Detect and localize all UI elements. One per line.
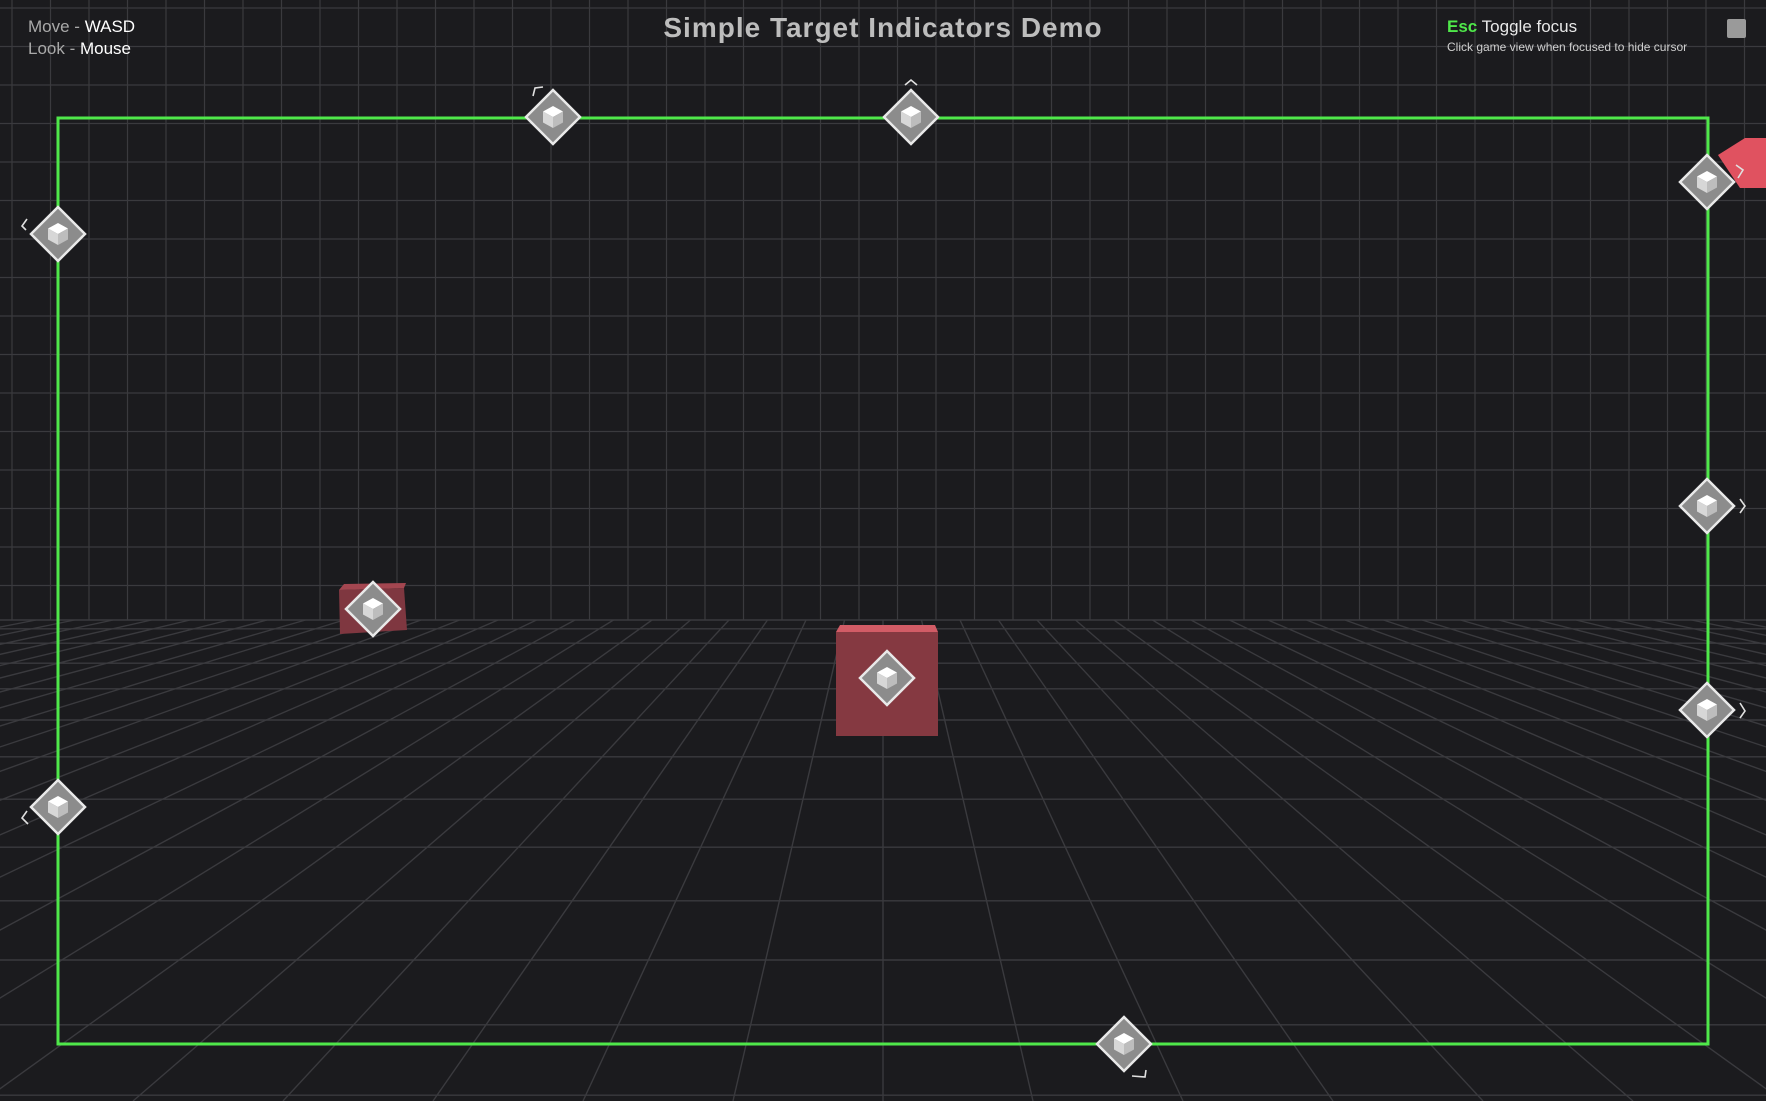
focus-toggle-button[interactable]	[1727, 19, 1746, 38]
game-view[interactable]	[0, 0, 1766, 1101]
target-indicator-top-left	[524, 86, 582, 146]
target-indicator-right-lower	[1678, 681, 1746, 739]
focus-hint-detail: Click game view when focused to hide cur…	[1447, 40, 1688, 54]
target-indicator-right-upper	[1678, 477, 1746, 535]
focus-hint-line: Esc Toggle focus	[1447, 16, 1687, 38]
target-indicator-left-upper	[20, 205, 87, 263]
focus-key: Esc	[1447, 17, 1478, 36]
focus-hint: Esc Toggle focus Click game view when fo…	[1447, 16, 1687, 54]
target-indicator-bottom	[1095, 1015, 1153, 1078]
target-indicator-top	[882, 78, 940, 146]
grid-background	[0, 0, 1766, 1101]
focus-label: Toggle focus	[1481, 17, 1578, 36]
